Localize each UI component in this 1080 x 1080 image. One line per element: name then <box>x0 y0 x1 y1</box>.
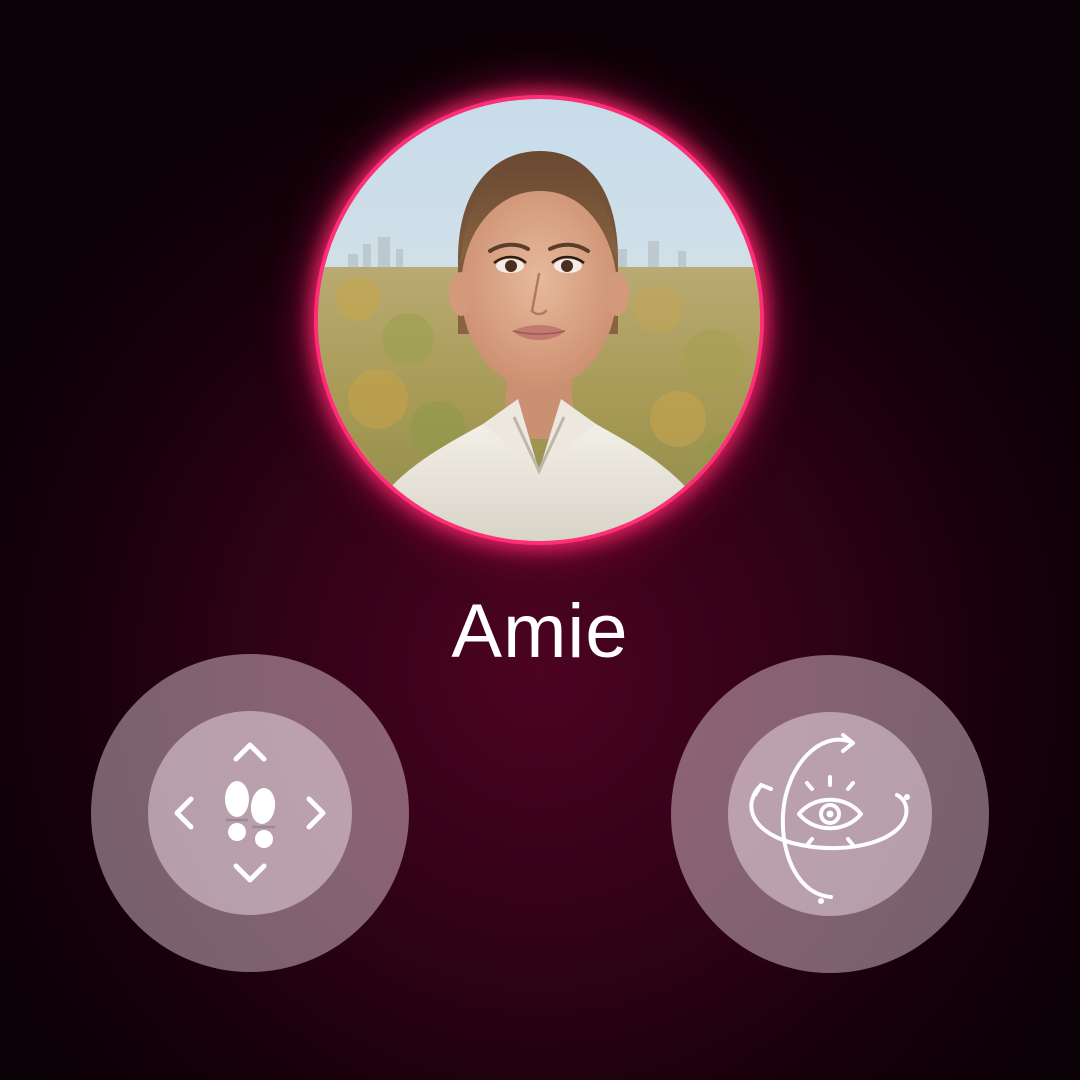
avatar <box>318 99 760 541</box>
footsteps-move-arrows-icon <box>174 742 326 883</box>
move-control-button[interactable] <box>91 654 409 972</box>
eye-orbit-look-around-icon <box>749 733 910 904</box>
avatar-frame <box>318 99 760 541</box>
look-around-control-button[interactable] <box>671 655 989 973</box>
